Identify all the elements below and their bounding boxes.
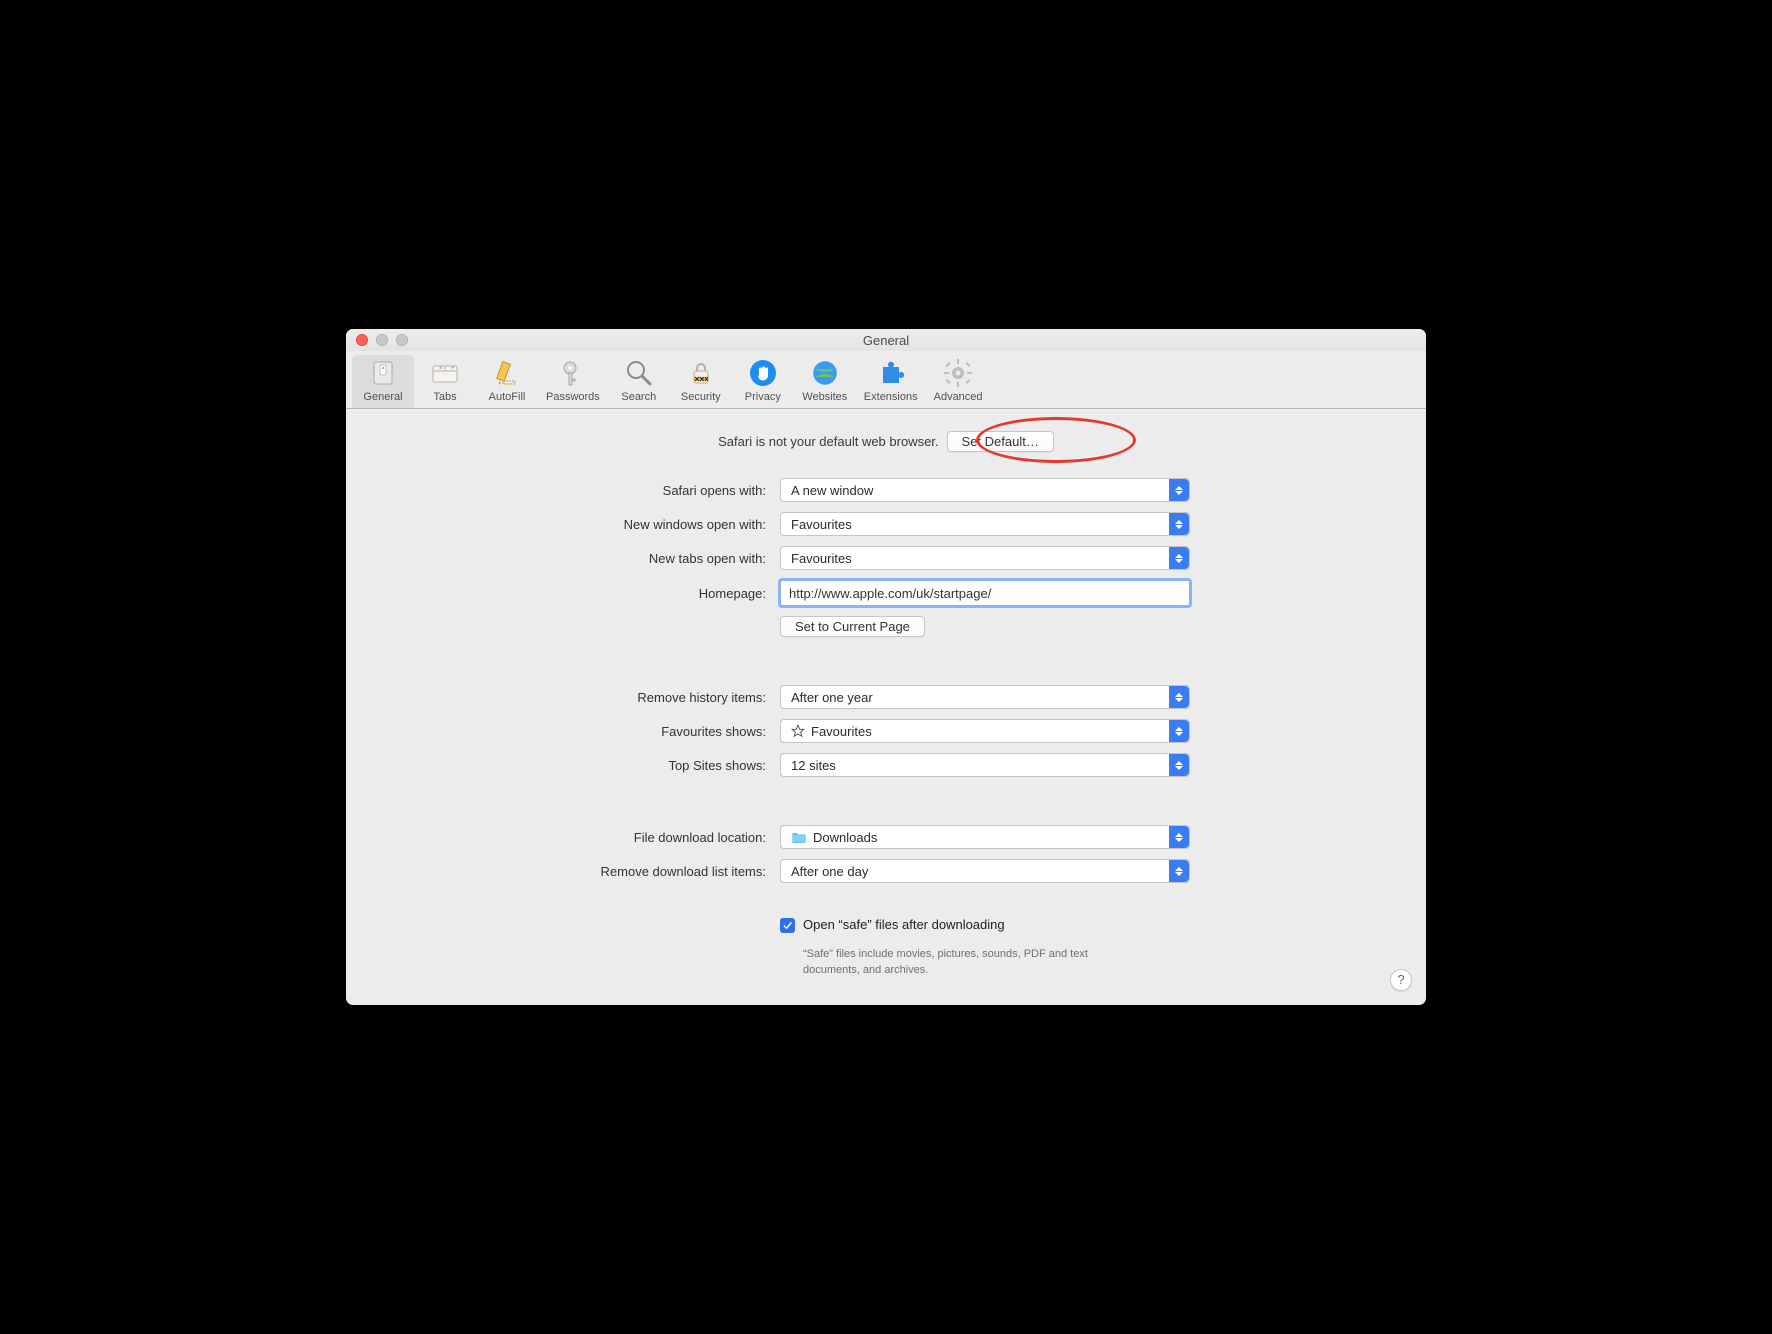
open-safe-checkbox[interactable] bbox=[780, 918, 795, 933]
tab-autofill[interactable]: AutoFill bbox=[476, 355, 538, 408]
favourites-shows-select[interactable]: Favourites bbox=[780, 719, 1190, 743]
puzzle-icon bbox=[875, 357, 907, 389]
stepper-icon bbox=[1169, 547, 1189, 569]
tab-privacy[interactable]: Privacy bbox=[732, 355, 794, 408]
open-safe-label: Open “safe” files after downloading bbox=[803, 917, 1005, 932]
remove-download-list-label: Remove download list items: bbox=[376, 864, 766, 879]
download-location-select[interactable]: Downloads bbox=[780, 825, 1190, 849]
new-windows-value: Favourites bbox=[791, 517, 852, 532]
svg-text:×: × bbox=[439, 366, 443, 372]
tab-passwords[interactable]: Passwords bbox=[538, 355, 608, 408]
key-icon bbox=[557, 357, 589, 389]
stepper-icon bbox=[1169, 513, 1189, 535]
remove-history-select[interactable]: After one year bbox=[780, 685, 1190, 709]
tabs-icon: ×+ bbox=[429, 357, 461, 389]
remove-download-list-select[interactable]: After one day bbox=[780, 859, 1190, 883]
tab-tabs[interactable]: ×+ Tabs bbox=[414, 355, 476, 408]
lock-icon bbox=[685, 357, 717, 389]
tab-advanced-label: Advanced bbox=[934, 391, 983, 403]
pencil-icon bbox=[491, 357, 523, 389]
new-windows-label: New windows open with: bbox=[376, 517, 766, 532]
titlebar: General bbox=[346, 329, 1426, 351]
svg-text:+: + bbox=[451, 366, 455, 372]
set-current-page-button[interactable]: Set to Current Page bbox=[780, 616, 925, 637]
remove-history-value: After one year bbox=[791, 690, 873, 705]
stepper-icon bbox=[1169, 826, 1189, 848]
download-location-label: File download location: bbox=[376, 830, 766, 845]
preferences-toolbar: General ×+ Tabs AutoFill Passwords Searc… bbox=[346, 351, 1426, 409]
tab-tabs-label: Tabs bbox=[433, 391, 456, 403]
tab-websites-label: Websites bbox=[802, 391, 847, 403]
tab-passwords-label: Passwords bbox=[546, 391, 600, 403]
tab-extensions-label: Extensions bbox=[864, 391, 918, 403]
download-location-value: Downloads bbox=[791, 830, 877, 845]
homepage-field[interactable] bbox=[780, 580, 1190, 606]
tab-websites[interactable]: Websites bbox=[794, 355, 856, 408]
hand-icon bbox=[747, 357, 779, 389]
stepper-icon bbox=[1169, 754, 1189, 776]
stepper-icon bbox=[1169, 686, 1189, 708]
remove-download-list-value: After one day bbox=[791, 864, 868, 879]
top-sites-select[interactable]: 12 sites bbox=[780, 753, 1190, 777]
stepper-icon bbox=[1169, 479, 1189, 501]
homepage-label: Homepage: bbox=[376, 586, 766, 601]
close-window-button[interactable] bbox=[356, 334, 368, 346]
top-sites-label: Top Sites shows: bbox=[376, 758, 766, 773]
opens-with-value: A new window bbox=[791, 483, 873, 498]
tab-general-label: General bbox=[363, 391, 402, 403]
globe-icon bbox=[809, 357, 841, 389]
opens-with-select[interactable]: A new window bbox=[780, 478, 1190, 502]
new-tabs-value: Favourites bbox=[791, 551, 852, 566]
window-controls bbox=[346, 334, 408, 346]
tab-privacy-label: Privacy bbox=[745, 391, 781, 403]
remove-history-label: Remove history items: bbox=[376, 690, 766, 705]
switch-icon bbox=[367, 357, 399, 389]
default-browser-text: Safari is not your default web browser. bbox=[718, 434, 938, 449]
help-button[interactable]: ? bbox=[1390, 969, 1412, 991]
preferences-content: Safari is not your default web browser. … bbox=[346, 409, 1426, 1005]
top-sites-value: 12 sites bbox=[791, 758, 836, 773]
tab-security-label: Security bbox=[681, 391, 721, 403]
tab-search[interactable]: Search bbox=[608, 355, 670, 408]
tab-security[interactable]: Security bbox=[670, 355, 732, 408]
stepper-icon bbox=[1169, 860, 1189, 882]
zoom-window-button[interactable] bbox=[396, 334, 408, 346]
new-tabs-label: New tabs open with: bbox=[376, 551, 766, 566]
check-icon bbox=[782, 920, 793, 931]
open-safe-note: “Safe” files include movies, pictures, s… bbox=[780, 947, 1090, 979]
magnifier-icon bbox=[623, 357, 655, 389]
minimize-window-button[interactable] bbox=[376, 334, 388, 346]
tab-extensions[interactable]: Extensions bbox=[856, 355, 926, 408]
favourites-shows-value: Favourites bbox=[791, 724, 872, 739]
opens-with-label: Safari opens with: bbox=[376, 483, 766, 498]
tab-search-label: Search bbox=[621, 391, 656, 403]
tab-general[interactable]: General bbox=[352, 355, 414, 408]
window-title: General bbox=[346, 333, 1426, 348]
set-default-button[interactable]: Set Default… bbox=[947, 431, 1054, 452]
new-tabs-select[interactable]: Favourites bbox=[780, 546, 1190, 570]
stepper-icon bbox=[1169, 720, 1189, 742]
star-icon bbox=[791, 724, 805, 738]
gear-icon bbox=[942, 357, 974, 389]
general-settings-form: Safari opens with: A new window New wind… bbox=[376, 478, 1396, 979]
new-windows-select[interactable]: Favourites bbox=[780, 512, 1190, 536]
folder-icon bbox=[791, 830, 807, 844]
tab-advanced[interactable]: Advanced bbox=[926, 355, 991, 408]
tab-autofill-label: AutoFill bbox=[489, 391, 526, 403]
preferences-window: General General ×+ Tabs AutoFill Passwor bbox=[346, 329, 1426, 1005]
favourites-shows-label: Favourites shows: bbox=[376, 724, 766, 739]
default-browser-banner: Safari is not your default web browser. … bbox=[376, 431, 1396, 452]
